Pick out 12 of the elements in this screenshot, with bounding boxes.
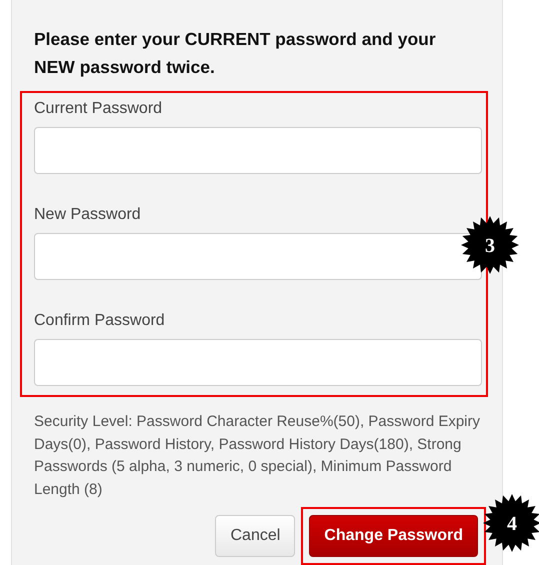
password-field[interactable] [34, 233, 482, 280]
security-level-text: Security Level: Password Character Reuse%(50), Password Expiry Days(0), Password History, Password History Days(180), Strong Passwords (5 alpha, 3 numeric, 0 special), Minimum Password Length (8) [34, 412, 480, 500]
field-label: Current Password [34, 99, 164, 119]
password-field[interactable] [34, 127, 482, 174]
instructions-text: Please enter your CURRENT password and your NEW password twice. [34, 28, 437, 79]
callout-badge: 4 [483, 494, 539, 552]
callout-badge: 3 [461, 216, 519, 274]
field-label: Confirm Password [34, 311, 166, 331]
password-field[interactable] [34, 339, 482, 386]
cancel-button[interactable]: Cancel [215, 515, 296, 557]
field-label: New Password [34, 205, 142, 225]
change-password-button[interactable]: Change Password [309, 515, 478, 557]
